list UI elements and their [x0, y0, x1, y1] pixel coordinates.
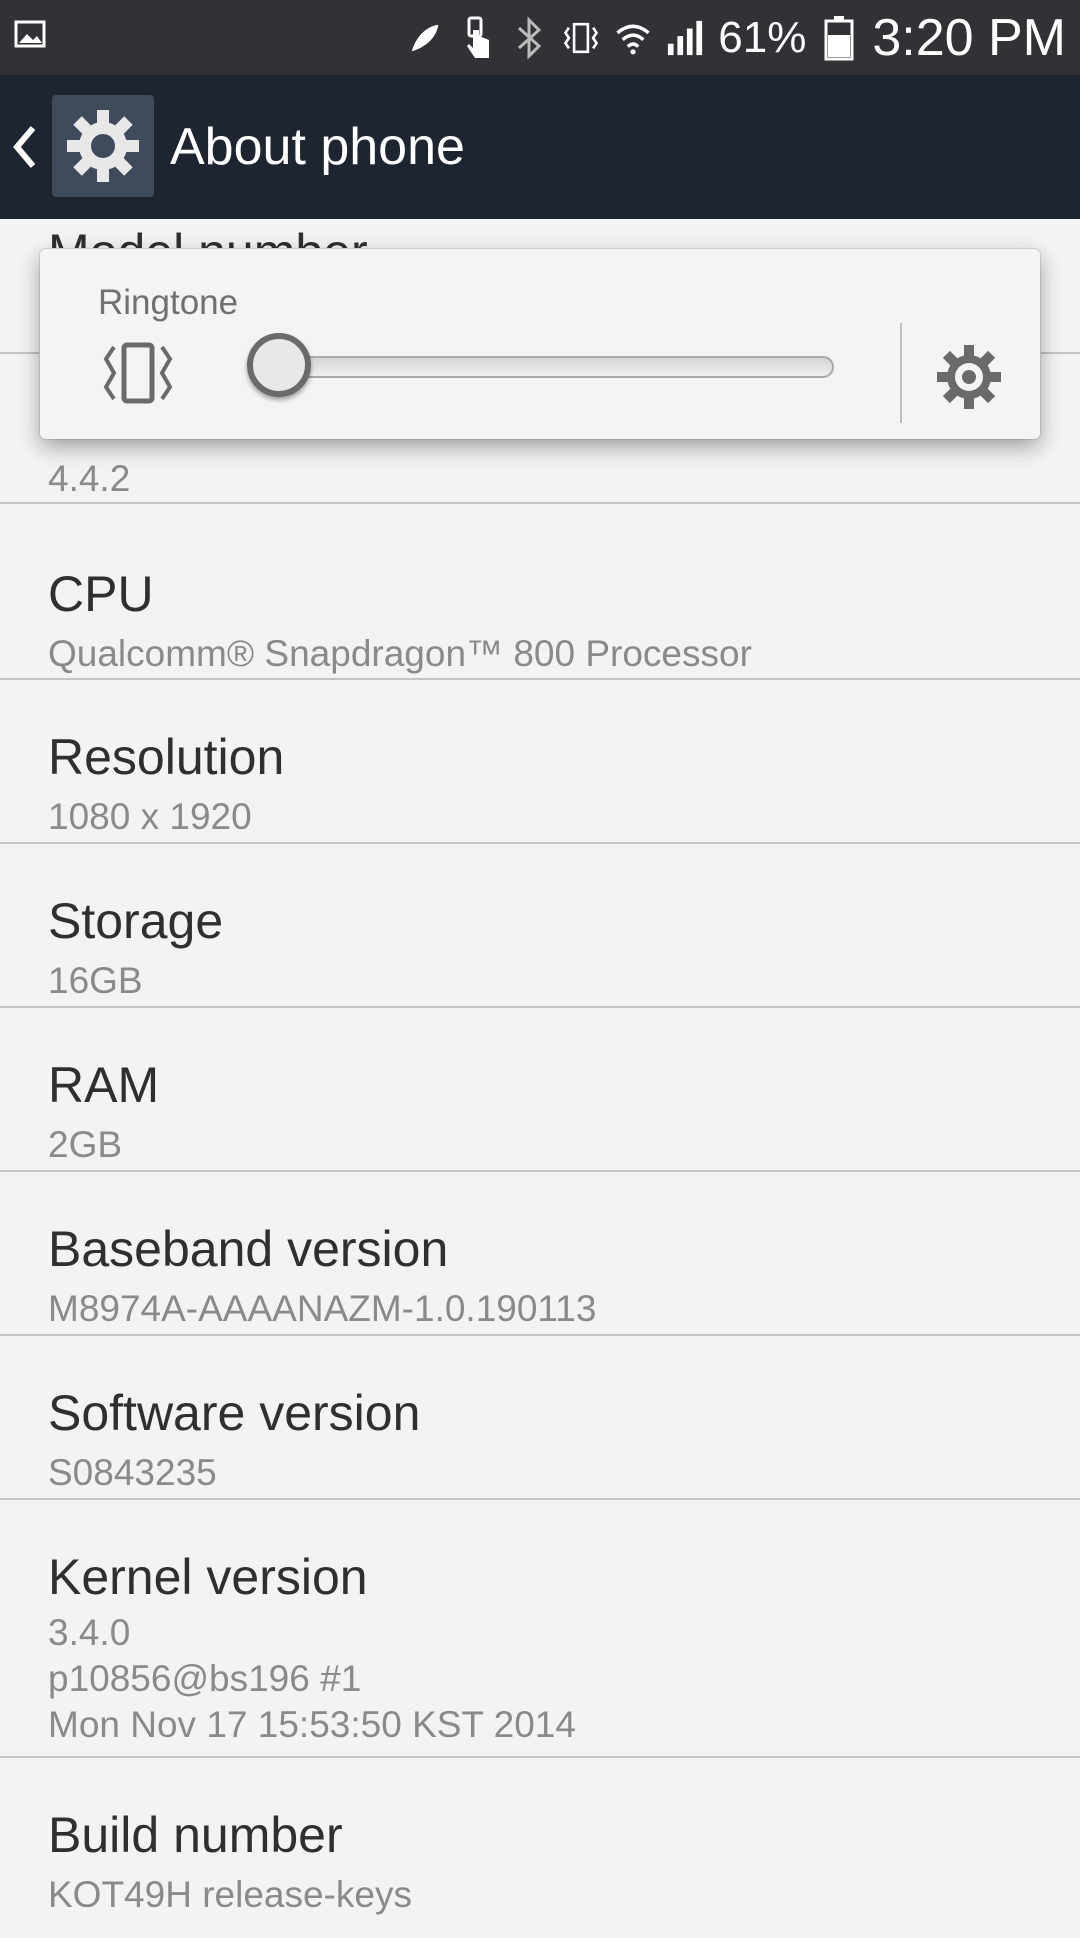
list-item-kernel-version[interactable]: Kernel version 3.4.0 p10856@bs196 #1 Mon… [0, 1500, 1080, 1758]
clock: 3:20 PM [872, 8, 1066, 67]
row-title: RAM [48, 1057, 160, 1113]
row-subtitle: Qualcomm® Snapdragon™ 800 Processor [48, 633, 752, 674]
gallery-icon [14, 18, 46, 55]
row-title: Build number [48, 1807, 343, 1863]
wifi-icon [614, 16, 652, 60]
gear-icon[interactable] [933, 341, 1005, 413]
touch-icon [458, 16, 496, 60]
gear-icon [67, 110, 139, 182]
action-bar: About phone [0, 75, 1080, 219]
page-title: About phone [170, 118, 465, 176]
list-item-build-number[interactable]: Build number KOT49H release-keys [0, 1758, 1080, 1938]
row-title: Kernel version [48, 1549, 368, 1605]
row-subtitle: M8974A-AAAANAZM-1.0.190113 [48, 1288, 597, 1329]
volume-label: Ringtone [98, 283, 239, 322]
chevron-left-icon [13, 126, 36, 168]
list-item-storage[interactable]: Storage 16GB [0, 844, 1080, 1008]
row-subtitle: 16GB [48, 960, 143, 1001]
row-subtitle: KOT49H release-keys [48, 1874, 412, 1915]
vibrate-icon[interactable] [100, 341, 176, 405]
rocket-icon [406, 16, 444, 60]
row-subtitle: 3.4.0 p10856@bs196 #1 Mon Nov 17 15:53:5… [48, 1612, 576, 1745]
vibrate-icon [562, 16, 600, 60]
divider [900, 323, 902, 423]
row-subtitle: S0843235 [48, 1452, 217, 1493]
row-subtitle: 2GB [48, 1124, 123, 1165]
settings-app-icon[interactable] [52, 95, 154, 197]
row-title: Resolution [48, 729, 285, 785]
row-title: CPU [48, 566, 154, 622]
volume-slider-thumb[interactable] [247, 333, 311, 397]
row-title: Software version [48, 1385, 421, 1441]
volume-panel: Ringtone [40, 249, 1040, 439]
battery-icon [820, 15, 858, 60]
bluetooth-icon [510, 15, 548, 60]
list-item-cpu[interactable]: CPU Qualcomm® Snapdragon™ 800 Processor [0, 517, 1080, 680]
list-item-baseband-version[interactable]: Baseband version M8974A-AAAANAZM-1.0.190… [0, 1172, 1080, 1336]
back-button[interactable] [6, 119, 42, 175]
row-title: Baseband version [48, 1221, 449, 1277]
list-item-resolution[interactable]: Resolution 1080 x 1920 [0, 680, 1080, 844]
row-subtitle: 1080 x 1920 [48, 796, 252, 837]
list-item-ram[interactable]: RAM 2GB [0, 1008, 1080, 1172]
volume-slider-track[interactable] [252, 356, 834, 378]
signal-icon [666, 16, 704, 60]
list-item-software-version[interactable]: Software version S0843235 [0, 1336, 1080, 1500]
row-subtitle: 4.4.2 [48, 458, 131, 499]
battery-percent: 61% [718, 12, 807, 62]
status-bar: 61% 3:20 PM [0, 0, 1080, 75]
row-title: Storage [48, 893, 224, 949]
